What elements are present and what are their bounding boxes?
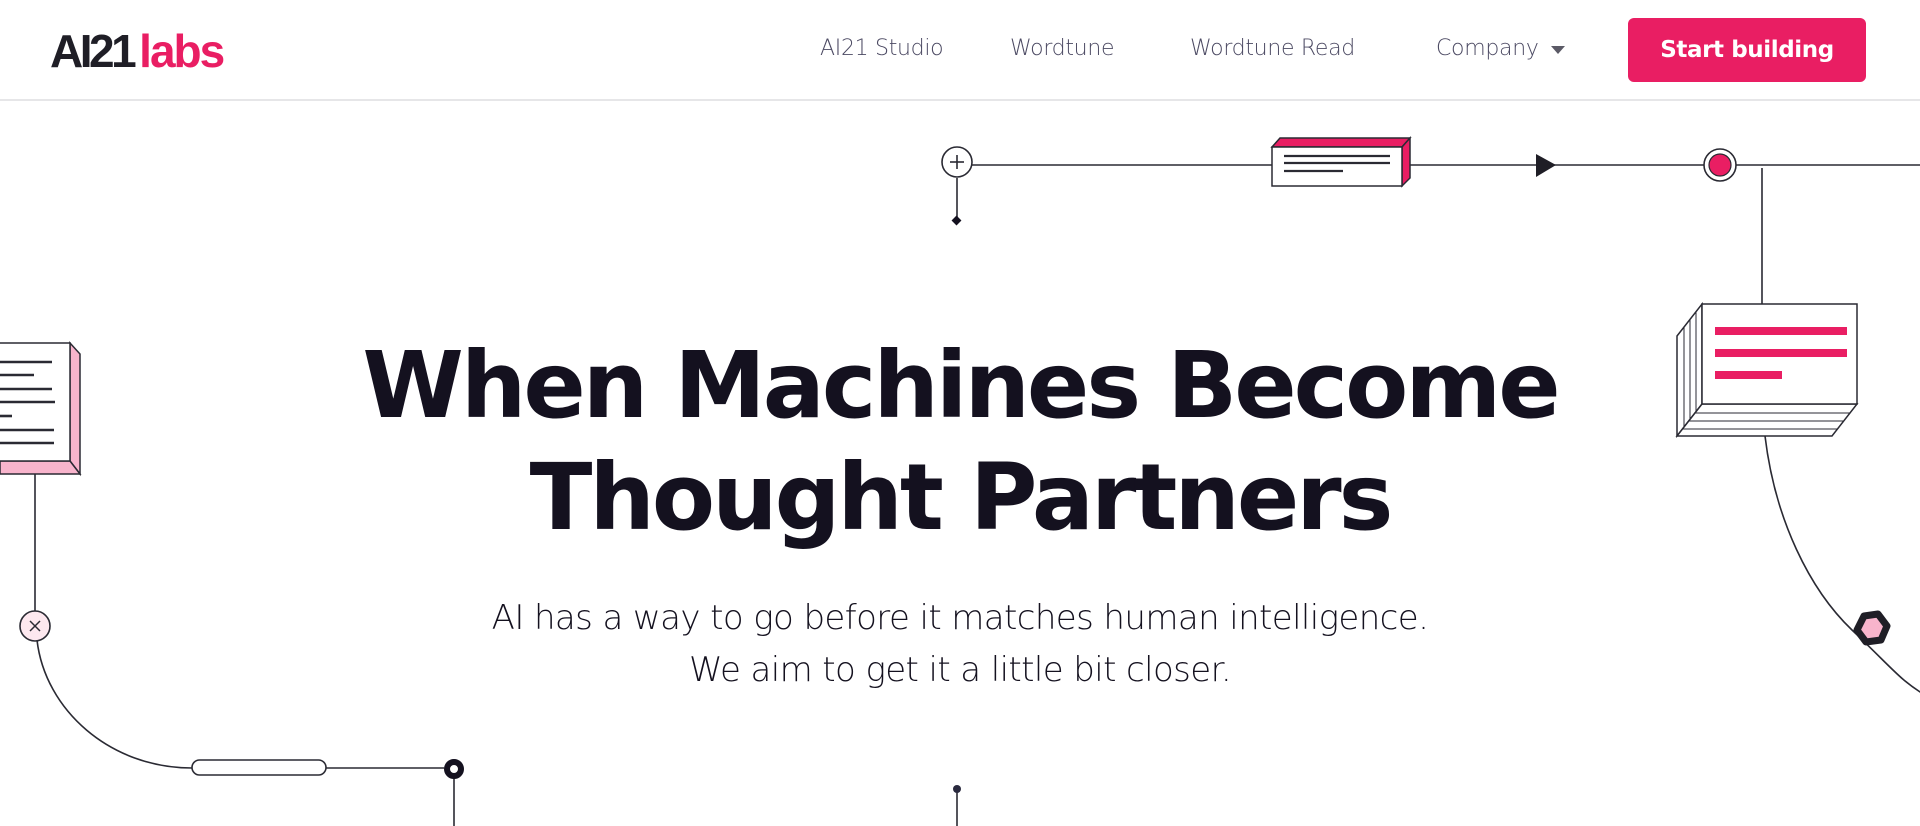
nav-company-label: Company [1436,36,1539,61]
caret-down-icon [1550,45,1565,54]
plus-circle-icon [941,146,973,178]
hero-subtitle: AI has a way to go before it matches hum… [0,592,1920,696]
hero-title: When Machines Become Thought Partners [0,330,1920,554]
start-building-button[interactable]: Start building [1628,18,1866,82]
document-block-icon [1270,136,1412,188]
ring-node-icon [444,759,464,779]
pink-dot-node-icon [1703,148,1737,182]
nav-wordtune-read[interactable]: Wordtune Read [1190,36,1355,61]
ai21-labs-logo[interactable]: AI21 labs [50,24,225,77]
pill-node-icon [191,759,327,776]
nav-company-dropdown[interactable]: Company [1436,36,1565,61]
hero-subtitle-line-2: We aim to get it a little bit closer. [688,650,1232,690]
hero-title-line-2: Thought Partners [529,444,1394,551]
play-arrow-icon [1536,154,1556,177]
diamond-node-icon [951,215,962,226]
hero-title-line-1: When Machines Become [362,332,1560,439]
hero-subtitle-line-1: AI has a way to go before it matches hum… [491,598,1429,638]
nav-wordtune[interactable]: Wordtune [1010,36,1115,61]
dot-node-icon [953,785,961,793]
logo-labs-text: labs [139,25,225,77]
nav-ai21-studio[interactable]: AI21 Studio [820,36,944,61]
site-header: AI21 labs AI21 Studio Wordtune Wordtune … [0,0,1920,101]
logo-ai21-text: AI21 [50,25,137,77]
